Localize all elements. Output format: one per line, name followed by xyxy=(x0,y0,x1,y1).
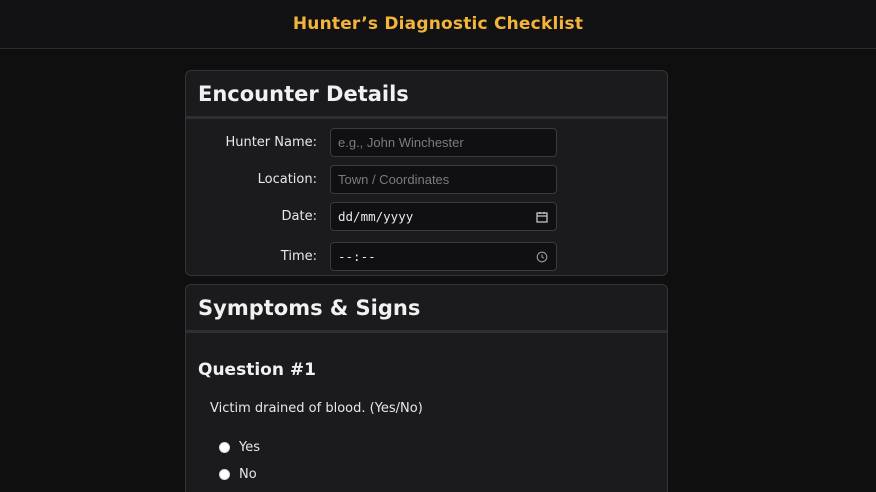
option-yes[interactable]: Yes xyxy=(219,440,260,455)
calendar-icon[interactable] xyxy=(536,211,548,223)
option-no[interactable]: No xyxy=(219,467,257,482)
encounter-details-title: Encounter Details xyxy=(198,81,409,106)
hunter-name-label: Hunter Name: xyxy=(225,135,317,150)
symptoms-signs-title: Symptoms & Signs xyxy=(198,295,421,320)
symptoms-signs-card: Symptoms & Signs Question #1 Victim drai… xyxy=(185,284,668,492)
location-placeholder: Town / Coordinates xyxy=(338,172,450,187)
hunter-name-input[interactable]: e.g., John Winchester xyxy=(330,128,557,157)
encounter-card-header: Encounter Details xyxy=(186,71,667,119)
date-value: dd/mm/yyyy xyxy=(338,209,414,224)
top-bar: Hunter’s Diagnostic Checklist xyxy=(0,0,876,49)
encounter-details-card: Encounter Details Hunter Name: e.g., Joh… xyxy=(185,70,668,276)
location-label: Location: xyxy=(257,172,317,187)
location-row: Location: Town / Coordinates xyxy=(186,165,667,195)
clock-icon[interactable] xyxy=(536,251,548,263)
option-no-label: No xyxy=(239,467,257,482)
time-input[interactable]: --:-- xyxy=(330,242,557,271)
no-radio[interactable] xyxy=(219,469,230,480)
hunter-name-placeholder: e.g., John Winchester xyxy=(338,135,464,150)
option-yes-label: Yes xyxy=(239,440,260,455)
main-content: Encounter Details Hunter Name: e.g., Joh… xyxy=(0,49,876,492)
date-label: Date: xyxy=(281,209,317,224)
yes-radio[interactable] xyxy=(219,442,230,453)
question-text: Victim drained of blood. (Yes/No) xyxy=(210,401,423,416)
time-value: --:-- xyxy=(338,249,376,264)
location-input[interactable]: Town / Coordinates xyxy=(330,165,557,194)
date-row: Date: dd/mm/yyyy xyxy=(186,202,667,232)
date-input[interactable]: dd/mm/yyyy xyxy=(330,202,557,231)
time-label: Time: xyxy=(280,249,317,264)
symptoms-card-header: Symptoms & Signs xyxy=(186,285,667,333)
question-title: Question #1 xyxy=(198,360,316,380)
time-row: Time: --:-- xyxy=(186,242,667,272)
hunter-name-row: Hunter Name: e.g., John Winchester xyxy=(186,128,667,158)
app-title: Hunter’s Diagnostic Checklist xyxy=(292,14,584,34)
